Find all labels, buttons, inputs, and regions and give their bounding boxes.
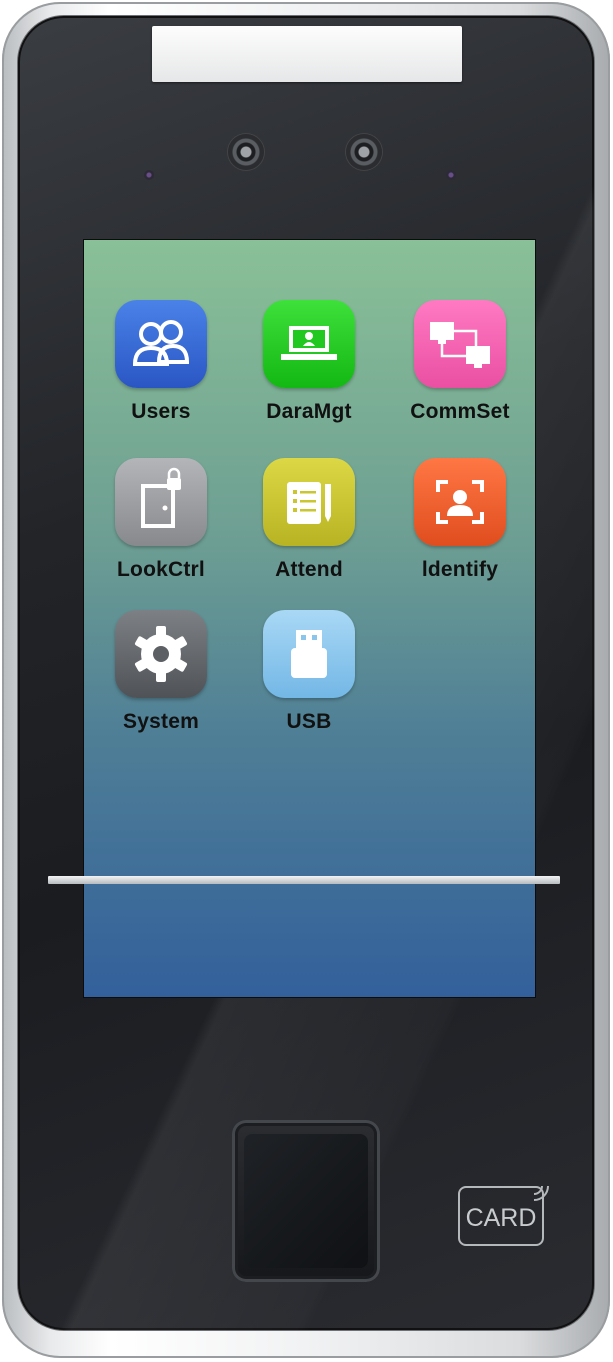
app-data-management[interactable]: DaraMgt [244, 300, 374, 424]
app-lock-control[interactable]: LookCtrl [96, 458, 226, 582]
door-lock-icon [115, 458, 207, 546]
users-icon [115, 300, 207, 388]
app-label-data-management: DaraMgt [266, 400, 352, 423]
app-label-identify: ldentify [421, 558, 499, 581]
camera-right [346, 134, 382, 170]
app-usb[interactable]: USB [244, 610, 374, 734]
data-management-icon [263, 300, 355, 388]
app-comm-settings[interactable]: CommSet [395, 300, 525, 424]
app-attendance[interactable]: Attend [244, 458, 374, 582]
app-label-attendance: Attend [275, 558, 343, 581]
face-identify-icon [414, 458, 506, 546]
app-system[interactable]: System [96, 610, 226, 734]
device-frame: Users DaraMgt CommSet LookCtrl Attend ld… [2, 2, 610, 1358]
ir-sensor-left [144, 170, 154, 180]
ir-sensor-right [446, 170, 456, 180]
app-label-usb: USB [286, 710, 332, 733]
app-label-comm-settings: CommSet [410, 400, 510, 423]
network-icon [414, 300, 506, 388]
app-label-system: System [123, 710, 199, 733]
app-identify[interactable]: ldentify [395, 458, 525, 582]
nfc-waves-icon [533, 1185, 549, 1201]
fingerprint-sensor[interactable] [232, 1120, 380, 1282]
usb-icon [263, 610, 355, 698]
light-strip [48, 876, 560, 884]
gear-icon [115, 610, 207, 698]
app-users[interactable]: Users [96, 300, 226, 424]
fingerprint-pad [244, 1134, 368, 1268]
device-front-panel: Users DaraMgt CommSet LookCtrl Attend ld… [18, 16, 594, 1330]
attendance-icon [263, 458, 355, 546]
camera-left [228, 134, 264, 170]
app-label-users: Users [131, 400, 191, 423]
top-light-window [152, 26, 462, 82]
app-label-lock-control: LookCtrl [117, 558, 205, 581]
